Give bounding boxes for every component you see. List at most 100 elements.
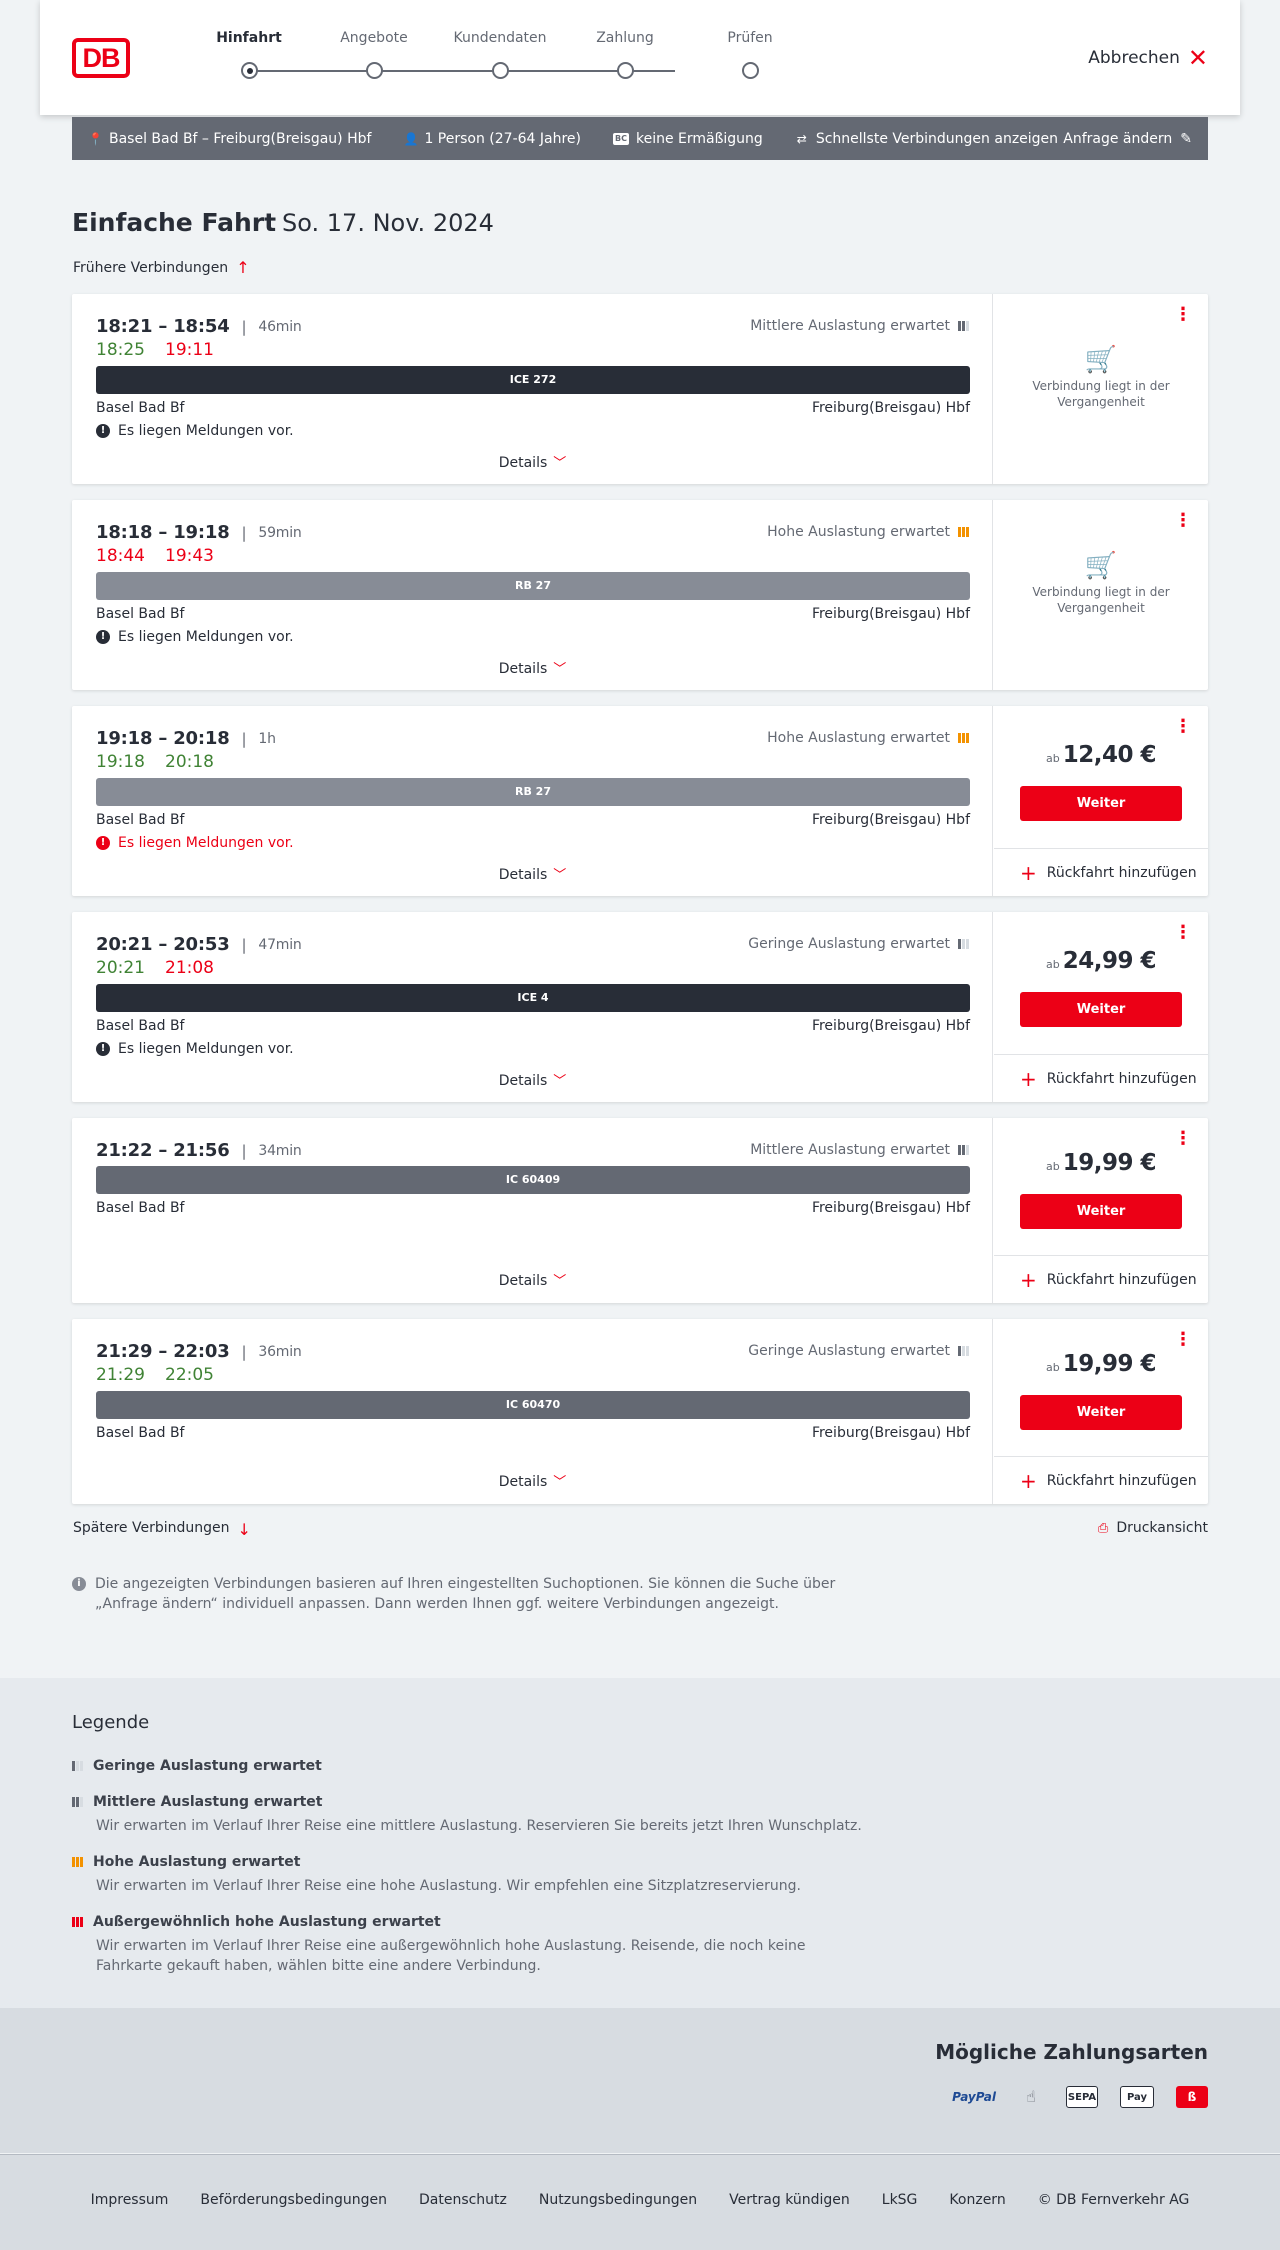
alert-icon: ! [96, 1042, 110, 1056]
occupancy-low-icon [72, 1761, 83, 1771]
arrival-station: Freiburg(Breisgau) Hbf [811, 1425, 970, 1441]
payment-title: Mögliche Zahlungsarten [935, 2040, 1208, 2064]
legend-description: Wir erwarten im Verlauf Ihrer Reise eine… [96, 1878, 801, 1894]
weiter-button[interactable]: Weiter [1020, 786, 1182, 821]
occupancy-low-icon [958, 1346, 969, 1356]
separator: | [241, 1342, 247, 1361]
departure-station: Basel Bad Bf [96, 812, 185, 828]
add-return-button[interactable]: + Rückfahrt hinzufügen [994, 1456, 1208, 1504]
details-toggle[interactable]: Details ﹀ [72, 1471, 993, 1490]
add-return-button[interactable]: + Rückfahrt hinzufügen [994, 1054, 1208, 1102]
occupancy-medium-icon [958, 321, 969, 331]
planned-times: 18:18 – 19:18 | 59min [96, 522, 302, 543]
more-options-icon[interactable]: ⋮ [1174, 1331, 1192, 1349]
plus-icon: + [1020, 1066, 1037, 1091]
more-options-icon[interactable]: ⋮ [1174, 924, 1192, 942]
connection-main[interactable]: 21:22 – 21:56 | 34min Mittlere Auslastung … [72, 1118, 993, 1303]
notice: ! Es liegen Meldungen vor. [96, 629, 294, 645]
details-toggle[interactable]: Details ﹀ [72, 1270, 993, 1289]
offer-panel: ⋮ ab 19,99 € Weiter + Rückfahrt hinzufügen [994, 1319, 1208, 1504]
add-return-button[interactable]: + Rückfahrt hinzufügen [994, 1255, 1208, 1303]
price-value: 19,99 € [1062, 1150, 1157, 1176]
more-options-icon[interactable]: ⋮ [1174, 718, 1192, 736]
earlier-connections-link[interactable]: Frühere Verbindungen ↑ [73, 258, 250, 277]
legend-item-title: Geringe Auslastung erwartet [72, 1758, 872, 1774]
connection-card: 21:29 – 22:03 | 36min 21:29 22:05 Geringe A… [72, 1319, 1208, 1504]
edit-request-button[interactable]: Anfrage ändern ✎ [1063, 117, 1192, 160]
departure-station: Basel Bad Bf [96, 1200, 185, 1216]
fastest-text: Schnellste Verbindungen anzeigen [815, 130, 1059, 147]
details-toggle[interactable]: Details ﹀ [72, 452, 993, 471]
details-toggle[interactable]: Details ﹀ [72, 864, 993, 883]
price-value: 19,99 € [1062, 1351, 1157, 1377]
realtime-times: 18:44 19:43 [96, 546, 214, 566]
fastest-connections-toggle[interactable]: ⇄ Schnellste Verbindungen anzeigen [795, 131, 1058, 147]
search-summary-bar: 📍 Basel Bad Bf – Freiburg(Breisgau) Hbf 👤… [72, 117, 1208, 160]
time-range: 18:18 – 19:18 [96, 522, 230, 543]
add-return-button[interactable]: + Rückfahrt hinzufügen [994, 848, 1208, 896]
connection-main[interactable]: 21:29 – 22:03 | 36min 21:29 22:05 Geringe A… [72, 1319, 993, 1504]
price-prefix: ab [1046, 1160, 1060, 1173]
separator: | [241, 1141, 247, 1160]
departure-station: Basel Bad Bf [96, 1018, 185, 1034]
route-text: Basel Bad Bf – Freiburg(Breisgau) Hbf [109, 130, 372, 147]
weiter-button[interactable]: Weiter [1020, 992, 1182, 1027]
print-view-link[interactable]: ⎙ Druckansicht [1098, 1520, 1208, 1536]
arrow-up-icon: ↑ [236, 258, 250, 277]
footer-link-nutzungsbedingungen[interactable]: Nutzungsbedingungen [539, 2192, 697, 2208]
stations: Basel Bad Bf Freiburg(Breisgau) Hbf [96, 606, 970, 622]
price-value: 12,40 € [1062, 742, 1157, 768]
train-bar: IC 60470 [96, 1391, 970, 1419]
realtime-departure: 19:18 [96, 752, 145, 772]
weiter-button[interactable]: Weiter [1020, 1395, 1182, 1430]
occupancy-text: Mittlere Auslastung erwartet [750, 1142, 950, 1158]
weiter-button[interactable]: Weiter [1020, 1194, 1182, 1229]
duration: 36min [258, 1343, 302, 1360]
footer-copyright: © DB Fernverkehr AG [1037, 2191, 1190, 2208]
chevron-down-icon: ﹀ [553, 1074, 567, 1089]
cancel-button[interactable]: Abbrechen ✕ [1088, 46, 1208, 70]
occupancy-text: Mittlere Auslastung erwartet [750, 318, 950, 334]
details-toggle[interactable]: Details ﹀ [72, 658, 993, 677]
connection-main[interactable]: 18:21 – 18:54 | 46min 18:25 19:11 Mittlere … [72, 294, 993, 484]
time-range: 19:18 – 20:18 [96, 728, 230, 749]
occupancy-high-icon [958, 527, 969, 537]
footer-link-vertrag-kuendigen[interactable]: Vertrag kündigen [729, 2192, 850, 2208]
step-dot [617, 62, 634, 79]
realtime-arrival: 21:08 [165, 958, 214, 978]
chevron-down-icon: ﹀ [553, 868, 567, 883]
legend-item: Außergewöhnlich hohe Auslastung erwartet… [72, 1914, 872, 1976]
occupancy-text: Geringe Auslastung erwartet [748, 936, 950, 952]
train-bar: IC 60409 [96, 1166, 970, 1194]
footer-link-lksg[interactable]: LkSG [882, 2192, 918, 2208]
train-bar: RB 27 [96, 778, 970, 806]
train-bar: ICE 4 [96, 984, 970, 1012]
location-pin-icon: 📍 [88, 131, 103, 146]
details-label: Details [498, 455, 548, 471]
separator: | [241, 317, 247, 336]
footer-link-befoerderungsbedingungen[interactable]: Beförderungsbedingungen [200, 2192, 387, 2208]
trip-date: So. 17. Nov. 2024 [282, 209, 494, 237]
connection-card: 18:18 – 19:18 | 59min 18:44 19:43 Hohe Ausl… [72, 500, 1208, 690]
db-logo[interactable]: DB [72, 38, 130, 78]
footer-link-impressum[interactable]: Impressum [91, 2192, 169, 2208]
step-hinfahrt: Hinfahrt [189, 30, 309, 79]
more-options-icon[interactable]: ⋮ [1174, 306, 1192, 324]
connection-main[interactable]: 19:18 – 20:18 | 1h 19:18 20:18 Hohe Auslast… [72, 706, 993, 896]
connection-main[interactable]: 18:18 – 19:18 | 59min 18:44 19:43 Hohe Ausl… [72, 500, 993, 690]
details-toggle[interactable]: Details ﹀ [72, 1070, 993, 1089]
more-options-icon[interactable]: ⋮ [1174, 1130, 1192, 1148]
more-options-icon[interactable]: ⋮ [1174, 512, 1192, 530]
footer-link-konzern[interactable]: Konzern [949, 2192, 1005, 2208]
connection-main[interactable]: 20:21 – 20:53 | 47min 20:21 21:08 Geringe A… [72, 912, 993, 1102]
footer-link-datenschutz[interactable]: Datenschutz [419, 2192, 507, 2208]
bahncard-icon: BC [613, 132, 629, 145]
details-label: Details [498, 661, 548, 677]
later-connections-link[interactable]: Spätere Verbindungen ↓ [73, 1520, 251, 1539]
chevron-down-icon: ﹀ [553, 662, 567, 677]
past-label: Verbindung liegt in der Vergangenheit [1032, 379, 1170, 409]
legend-section: Legende Geringe Auslastung erwartet Mitt… [0, 1678, 1280, 2008]
arrival-station: Freiburg(Breisgau) Hbf [811, 812, 970, 828]
stations: Basel Bad Bf Freiburg(Breisgau) Hbf [96, 1200, 970, 1216]
offer-panel: ⋮ 🛒 Verbindung liegt in der Vergangenheit [994, 294, 1208, 484]
